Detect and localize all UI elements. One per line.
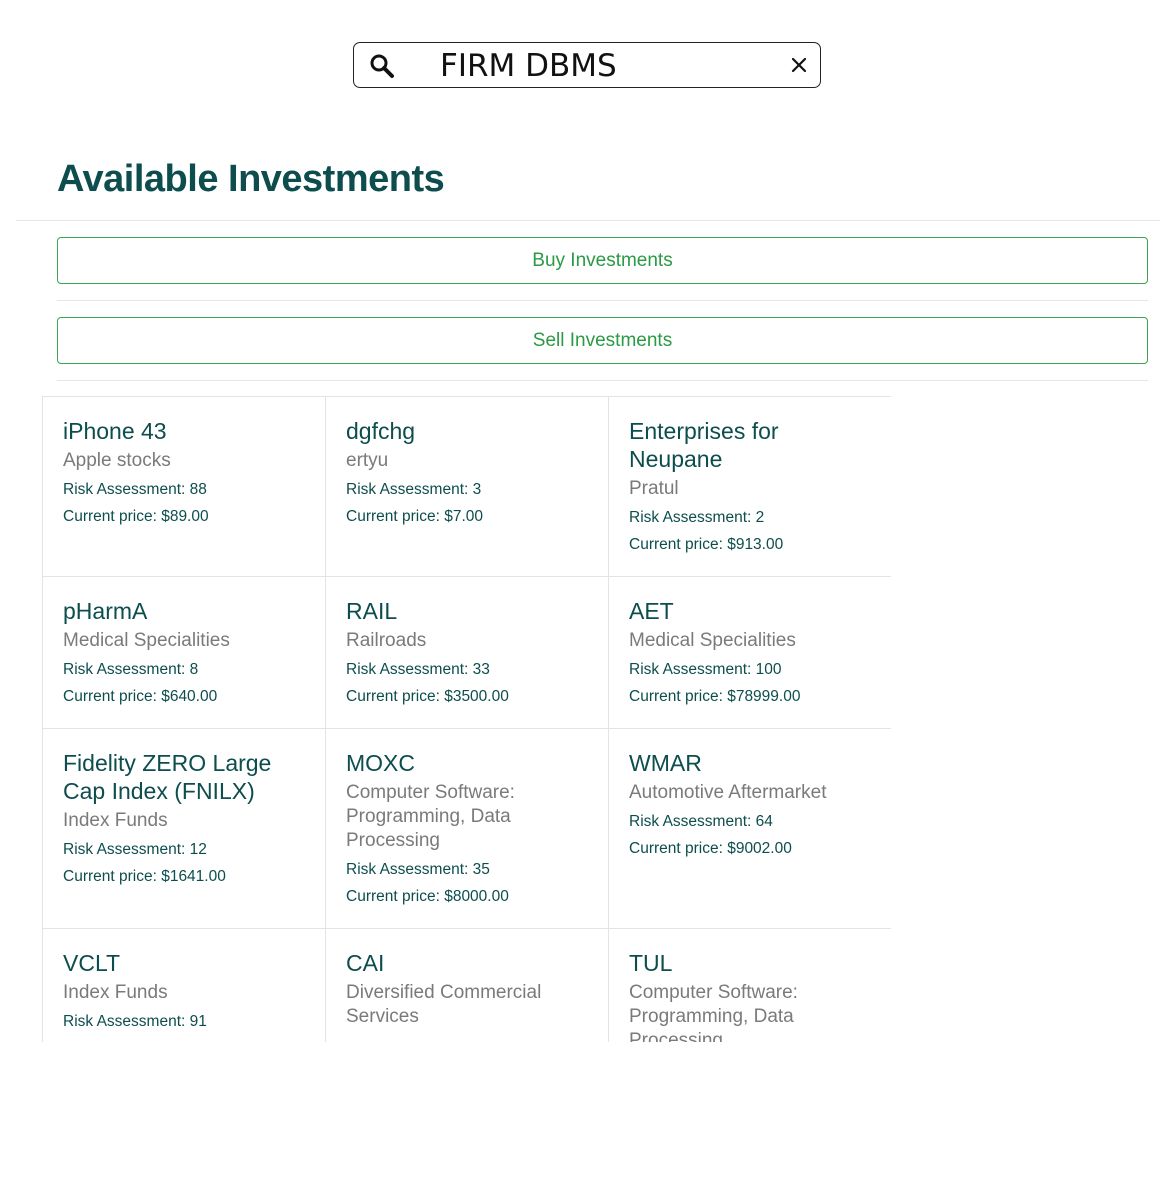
risk-assessment: Risk Assessment: 3 (346, 481, 482, 498)
investment-name: AET (629, 598, 674, 624)
current-price: Current price: $913.00 (629, 536, 784, 553)
current-price: Current price: $89.00 (63, 508, 209, 525)
investment-category: Medical Specialities (629, 630, 796, 651)
investment-card[interactable]: Enterprises for Neupane Pratul Risk Asse… (608, 396, 891, 577)
investment-card[interactable]: pHarmA Medical Specialities Risk Assessm… (42, 576, 326, 729)
investment-grid: iPhone 43 Apple stocks Risk Assessment: … (42, 396, 891, 1042)
investment-category: Computer Software: Programming, Data Pro… (629, 982, 798, 1042)
current-price: Current price: $8000.00 (346, 888, 509, 905)
divider (16, 220, 1160, 221)
current-price: Current price: $9002.00 (629, 840, 792, 857)
investment-name: CAI (346, 950, 385, 976)
investment-card[interactable]: CAI Diversified Commercial Services (325, 928, 609, 1042)
page-title: Available Investments (57, 158, 445, 200)
investment-category: Computer Software: Programming, Data Pro… (346, 782, 515, 851)
investment-category: Automotive Aftermarket (629, 782, 827, 803)
investment-category: ertyu (346, 450, 389, 471)
investment-name: pHarmA (63, 598, 148, 624)
investment-category: Diversified Commercial Services (346, 982, 542, 1027)
risk-assessment: Risk Assessment: 8 (63, 661, 199, 678)
risk-assessment: Risk Assessment: 33 (346, 661, 490, 678)
current-price: Current price: $640.00 (63, 688, 218, 705)
investment-name: MOXC (346, 750, 415, 776)
investment-card[interactable]: RAIL Railroads Risk Assessment: 33 Curre… (325, 576, 609, 729)
search-bar[interactable] (353, 42, 821, 88)
investment-card[interactable]: dgfchg ertyu Risk Assessment: 3 Current … (325, 396, 609, 577)
risk-assessment: Risk Assessment: 12 (63, 841, 207, 858)
current-price: Current price: $78999.00 (629, 688, 801, 705)
investment-card[interactable]: WMAR Automotive Aftermarket Risk Assessm… (608, 728, 891, 929)
investment-category: Pratul (629, 478, 679, 499)
investment-name: iPhone 43 (63, 418, 167, 444)
investment-name: WMAR (629, 750, 702, 776)
investment-name: RAIL (346, 598, 398, 624)
search-icon (370, 54, 394, 78)
investment-category: Index Funds (63, 810, 168, 831)
investment-category: Index Funds (63, 982, 168, 1003)
investment-category: Medical Specialities (63, 630, 230, 651)
sell-investments-button[interactable]: Sell Investments (57, 317, 1148, 364)
close-icon[interactable] (788, 54, 810, 76)
risk-assessment: Risk Assessment: 64 (629, 813, 773, 830)
investment-card[interactable]: VCLT Index Funds Risk Assessment: 91 (42, 928, 326, 1042)
investment-card[interactable]: TUL Computer Software: Programming, Data… (608, 928, 891, 1042)
investment-name: Enterprises for Neupane (629, 418, 779, 472)
investment-card[interactable]: Fidelity ZERO Large Cap Index (FNILX) In… (42, 728, 326, 929)
investment-name: VCLT (63, 950, 121, 976)
risk-assessment: Risk Assessment: 88 (63, 481, 207, 498)
divider (57, 300, 1148, 301)
risk-assessment: Risk Assessment: 91 (63, 1013, 207, 1030)
investment-card[interactable]: AET Medical Specialities Risk Assessment… (608, 576, 891, 729)
investment-category: Apple stocks (63, 450, 171, 471)
investment-name: Fidelity ZERO Large Cap Index (FNILX) (63, 750, 272, 804)
current-price: Current price: $3500.00 (346, 688, 509, 705)
divider (57, 380, 1148, 381)
risk-assessment: Risk Assessment: 100 (629, 661, 782, 678)
risk-assessment: Risk Assessment: 2 (629, 509, 765, 526)
search-input[interactable] (440, 49, 770, 83)
current-price: Current price: $1641.00 (63, 868, 226, 885)
investment-name: TUL (629, 950, 673, 976)
investment-name: dgfchg (346, 418, 416, 444)
investment-card[interactable]: iPhone 43 Apple stocks Risk Assessment: … (42, 396, 326, 577)
buy-investments-button[interactable]: Buy Investments (57, 237, 1148, 284)
risk-assessment: Risk Assessment: 35 (346, 861, 490, 878)
investment-card[interactable]: MOXC Computer Software: Programming, Dat… (325, 728, 609, 929)
investment-category: Railroads (346, 630, 427, 651)
current-price: Current price: $7.00 (346, 508, 483, 525)
